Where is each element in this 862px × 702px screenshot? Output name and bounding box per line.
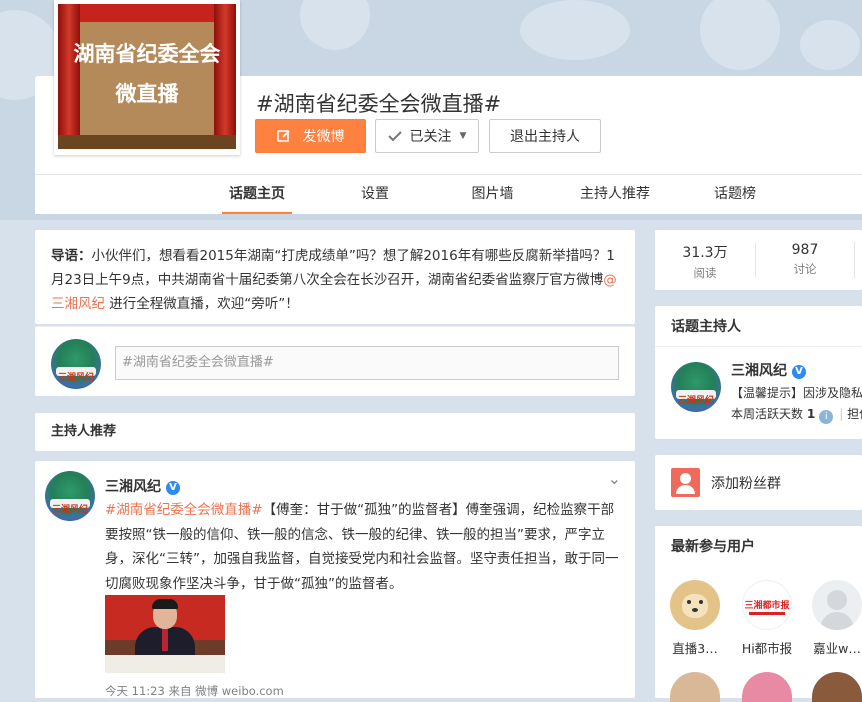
tab-topic-rank[interactable]: 话题榜 (705, 175, 765, 214)
composer-avatar: 三湘风纪 (51, 339, 101, 389)
topic-intro: 导语：小伙伴们，想看看2015年湖南“打虎成绩单”吗？想了解2016年有哪些反腐… (35, 230, 635, 324)
topic-nav: 话题主页 设置 图片墙 主持人推荐 话题榜 (35, 174, 862, 214)
following-label: 已关注 (409, 129, 452, 145)
topic-stats: 31.3万 阅读 987 讨论 (655, 230, 862, 290)
intro-text: 小伙伴们，想看看2015年湖南“打虎成绩单”吗？想了解2016年有哪些反腐新举措… (51, 248, 615, 288)
stat-reads: 31.3万 阅读 (655, 242, 755, 281)
exit-host-label: 退出主持人 (510, 129, 580, 145)
user-name: 直播3… (672, 641, 718, 656)
avatar-logo-text: 三湘风纪 (51, 505, 88, 515)
edit-icon (276, 130, 290, 142)
stat-discussions: 987 讨论 (755, 242, 855, 277)
post-author-avatar[interactable]: 三湘风纪 (45, 471, 95, 521)
topic-host-panel: 话题主持人 三湘风纪 三湘风纪 V 【温馨提示】因涉及隐私 本周活跃天数 1 i | … (655, 306, 862, 439)
user-name: 嘉业w… (813, 641, 861, 656)
composer: 三湘风纪 #湖南省纪委全会微直播# (35, 326, 635, 396)
host-tip: 【温馨提示】因涉及隐私 (731, 386, 862, 400)
tab-host-recommend[interactable]: 主持人推荐 (575, 175, 655, 214)
host-avatar[interactable]: 三湘风纪 (671, 362, 721, 412)
host-name[interactable]: 三湘风纪 V (731, 360, 806, 380)
post-weibo-label: 发微博 (302, 129, 345, 145)
active-days-value: 1 (806, 407, 816, 421)
stage-floor (58, 135, 236, 149)
caret-down-icon: ▼ (459, 131, 467, 141)
host-panel-title: 话题主持人 (671, 319, 741, 335)
composer-input[interactable]: #湖南省纪委全会微直播# (115, 346, 619, 380)
topic-picture-line2: 微直播 (115, 82, 179, 106)
curtain-right (214, 4, 236, 149)
tab-settings[interactable]: 设置 (345, 175, 405, 214)
fans-group-icon (671, 468, 700, 497)
intro-text-end: 进行全程微直播，欢迎“旁听”！ (105, 296, 299, 312)
user-name: Hi都市报 (741, 641, 793, 656)
topic-picture: 湖南省纪委全会 微直播 (54, 0, 240, 155)
user-avatar-default (812, 580, 862, 630)
avatar-logo-text: 三湘风纪 (57, 373, 94, 383)
latest-users-panel: 最新参与用户 直播3… 三湘都市报 Hi都市报 嘉业w… (655, 526, 862, 702)
host-name-text: 三湘风纪 (731, 363, 787, 379)
active-days-label: 本周活跃天数 (731, 407, 804, 421)
user-avatar-doge (670, 580, 720, 630)
fans-group-label: 添加粉丝群 (711, 476, 781, 492)
check-icon (387, 131, 402, 142)
verified-icon: V (792, 365, 806, 379)
intro-label: 导语： (51, 248, 92, 264)
stats-divider (854, 242, 855, 278)
topic-title: #湖南省纪委全会微直播# (256, 92, 502, 116)
reads-count: 31.3万 (682, 245, 728, 261)
curtain-left (58, 4, 80, 149)
following-button[interactable]: 已关注 ▼ (375, 119, 479, 153)
feed-post: 三湘风纪 三湘风纪 V ⌄ #湖南省纪委全会微直播#【傅奎：甘于做“孤独”的监督者… (35, 461, 635, 698)
divider (655, 346, 862, 347)
latest-users-title: 最新参与用户 (671, 539, 755, 555)
post-author-name-text: 三湘风纪 (105, 479, 161, 495)
discussions-count: 987 (791, 242, 819, 258)
host-extra-text: 担任 (847, 407, 862, 421)
host-active-days: 本周活跃天数 1i| 担任 (731, 405, 862, 424)
user-avatar-logo-text: 三湘都市报 (744, 601, 790, 611)
info-icon[interactable]: i (819, 410, 834, 424)
post-text: #湖南省纪委全会微直播#【傅奎：甘于做“孤独”的监督者】傅奎强调，纪检监察干部要… (105, 498, 625, 596)
post-topic-link[interactable]: #湖南省纪委全会微直播# (105, 502, 263, 518)
post-image[interactable] (105, 595, 225, 673)
post-weibo-button[interactable]: 发微博 (255, 119, 366, 153)
post-author-name[interactable]: 三湘风纪 V (105, 476, 180, 496)
exit-host-button[interactable]: 退出主持人 (489, 119, 601, 153)
discussions-label: 讨论 (793, 262, 817, 276)
tab-topic-home[interactable]: 话题主页 (222, 175, 292, 214)
reads-label: 阅读 (693, 266, 717, 280)
host-recommend-header: 主持人推荐 (35, 413, 635, 451)
verified-icon: V (166, 481, 180, 495)
user-avatar-logo: 三湘都市报 (742, 580, 792, 630)
topic-picture-line1: 湖南省纪委全会 (73, 42, 221, 66)
user-item[interactable]: 直播3… (665, 580, 725, 657)
fans-group-panel[interactable]: 添加粉丝群 (655, 455, 862, 510)
avatar-logo-text: 三湘风纪 (677, 396, 714, 406)
tab-photo-wall[interactable]: 图片墙 (460, 175, 525, 214)
chevron-down-icon[interactable]: ⌄ (608, 469, 621, 488)
user-item[interactable]: 三湘都市报 Hi都市报 (737, 580, 797, 657)
user-item[interactable]: 嘉业w… (807, 580, 862, 657)
post-meta: 今天 11:23 来自 微博 weibo.com (105, 684, 284, 698)
